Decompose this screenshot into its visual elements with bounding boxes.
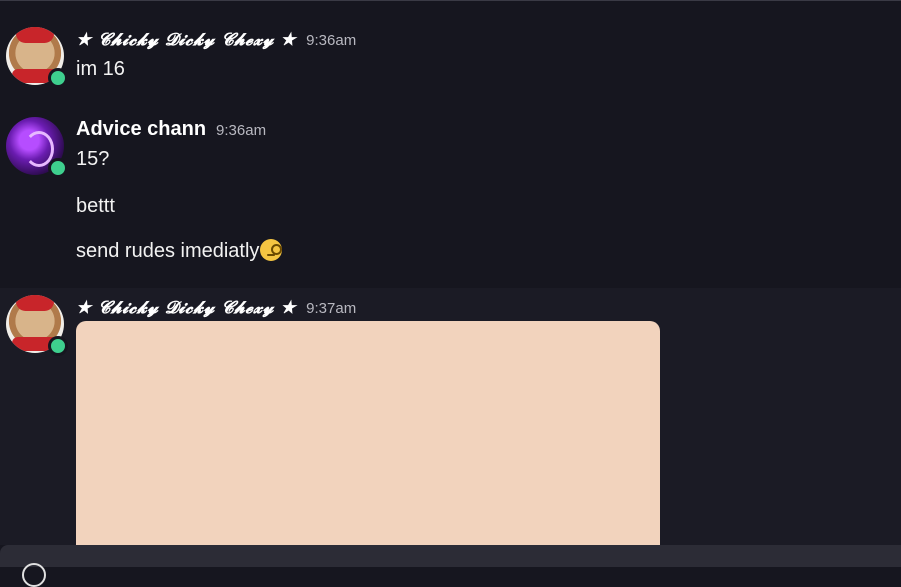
message-timestamp: 9:37am (306, 300, 357, 317)
message-composer-bar (0, 545, 901, 587)
message-group: ★ 𝓒𝓱𝓲𝓬𝓴𝔂 𝓓𝓲𝓬𝓴𝔂 𝓒𝓱𝓮𝔁𝔂 ★ 9:36am im 16 (0, 10, 901, 100)
message-author[interactable]: ★ 𝓒𝓱𝓲𝓬𝓴𝔂 𝓓𝓲𝓬𝓴𝔂 𝓒𝓱𝓮𝔁𝔂 ★ 9:37am (76, 296, 356, 319)
message-author[interactable]: Advice chann 9:36am (76, 118, 266, 141)
santa-hat-icon (16, 295, 54, 311)
santa-hat-icon (16, 27, 54, 43)
message-author[interactable]: ★ 𝓒𝓱𝓲𝓬𝓴𝔂 𝓓𝓲𝓬𝓴𝔂 𝓒𝓱𝓮𝔁𝔂 ★ 9:36am (76, 28, 356, 51)
top-divider (0, 0, 901, 1)
online-status-icon (48, 68, 68, 88)
author-name[interactable]: Advice chann (76, 118, 206, 140)
author-name[interactable]: ★ 𝓒𝓱𝓲𝓬𝓴𝔂 𝓓𝓲𝓬𝓴𝔂 𝓒𝓱𝓮𝔁𝔂 ★ (76, 298, 296, 318)
message-timestamp: 9:36am (216, 122, 267, 139)
message-text: 15? (76, 148, 110, 170)
message-text: send rudes imediatly (76, 239, 283, 263)
message-timestamp: 9:36am (306, 32, 357, 49)
message-text: bettt (76, 195, 115, 217)
image-attachment[interactable] (76, 321, 660, 561)
online-status-icon (48, 158, 68, 178)
message-text-content: send rudes imediatly (76, 240, 260, 262)
message-text: im 16 (76, 58, 125, 80)
online-status-icon (48, 336, 68, 356)
face-with-monocle-icon (260, 239, 283, 261)
message-group: Advice chann 9:36am 15? bettt send rudes … (0, 100, 901, 288)
author-name[interactable]: ★ 𝓒𝓱𝓲𝓬𝓴𝔂 𝓓𝓲𝓬𝓴𝔂 𝓒𝓱𝓮𝔁𝔂 ★ (76, 30, 296, 50)
